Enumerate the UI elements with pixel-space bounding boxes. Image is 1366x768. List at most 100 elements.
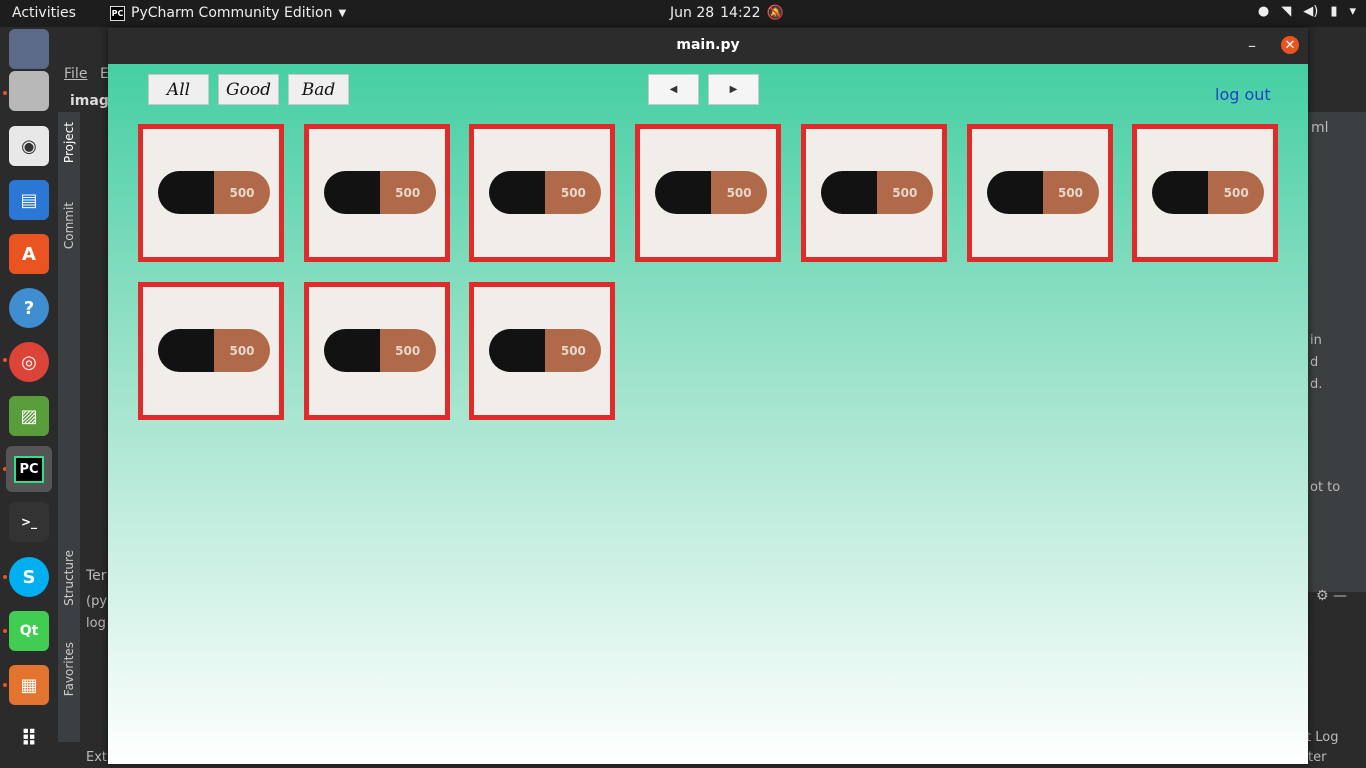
capsule-body-label: 500 [214,329,270,372]
capsule-body-label: 500 [711,171,768,214]
tab-favorites[interactable]: Favorites [62,642,76,696]
rhythmbox-icon[interactable]: ◉ [9,126,49,166]
filter-bad-button[interactable]: Bad [288,74,349,105]
capsule-cap [820,171,877,214]
capsule-cap [1152,171,1209,214]
capsule-body-label: 500 [876,171,933,214]
minimize-button[interactable]: – [1248,36,1256,55]
tab-commit[interactable]: Commit [62,202,76,249]
show-apps-icon[interactable]: ⠿ [9,719,49,759]
capsule-image: 500 [655,171,768,214]
power-menu-icon: ▾ [1349,4,1356,19]
capsule-body-label: 500 [1208,171,1265,214]
right-side-panel: ml in d d. ot to [1308,112,1366,592]
app-menu-label: PyCharm Community Edition [131,5,333,21]
capsule-body-label: 500 [214,171,270,214]
capsule-body-label: 500 [545,329,602,372]
terminal-icon[interactable]: >_ [9,502,49,542]
wifi-icon: ◥ [1281,4,1292,19]
battery-icon: ▮ [1330,4,1338,19]
capsule-image: 500 [158,329,270,372]
running-indicator [3,683,7,687]
capsule-image-tile[interactable]: 500 [966,124,1113,262]
capsule-image: 500 [323,329,436,372]
running-indicator [3,575,7,579]
close-button[interactable]: ✕ [1281,36,1299,54]
writer-icon[interactable]: ▤ [9,180,49,220]
capsule-image-tile[interactable]: 500 [469,124,616,262]
right-panel-text: d. [1310,377,1323,392]
terminal-line: (py [86,594,108,609]
skype-icon[interactable]: S [9,557,49,597]
dock: ◉ ▤ A ? ◎ ▨ PC >_ S Qt ▦ ⠿ [0,27,58,768]
event-log-label[interactable]: t Log [1306,730,1338,745]
chevron-down-icon: ▼ [338,7,347,19]
capsule-cap [489,171,546,214]
capsule-cap [655,171,712,214]
app-icon-top[interactable] [9,29,49,69]
capsule-cap [323,171,380,214]
system-tray[interactable]: ● ◥ ◀) ▮ ▾ [1258,4,1356,19]
next-page-button[interactable]: ▶ [708,74,759,105]
notifications-off-icon: 🔕 [766,5,784,21]
capsule-image-tile[interactable]: 500 [635,124,782,262]
files-icon[interactable] [9,71,49,111]
menu-file[interactable]: File [64,66,87,82]
capsule-cap [323,329,380,372]
right-panel-text: d [1310,355,1319,370]
status-bar-text: Ext [86,750,108,765]
app-menu[interactable]: PC PyCharm Community Edition ▼ [110,5,346,21]
terminal-line: log [86,616,106,631]
right-panel-text: ml [1311,120,1329,136]
capsule-cap [158,329,214,372]
capsule-image-tile[interactable]: 500 [800,124,947,262]
capsule-image: 500 [986,171,1099,214]
right-panel-text: ot to [1310,480,1341,495]
filter-good-button[interactable]: Good [218,74,279,105]
right-panel-text: in [1310,333,1322,348]
clock[interactable]: Jun 28 14:22 🔕 [670,5,784,21]
main-window: main.py – ✕ All Good Bad ◀ ▶ log out 500… [108,28,1308,764]
arrow-right-icon: ▶ [729,84,738,95]
filter-all-button[interactable]: All [148,74,209,105]
running-indicator [3,91,7,95]
window-titlebar[interactable]: main.py – ✕ [108,28,1308,64]
help-icon[interactable]: ? [9,288,49,328]
capsule-image-tile[interactable]: 500 [1132,124,1279,262]
capsule-image-tile[interactable]: 500 [138,282,284,420]
status-bar-text: ter [1308,750,1327,765]
terminal-tab-label[interactable]: Ter [86,568,107,584]
chrome-icon[interactable]: ◎ [9,342,49,382]
capsule-cap [158,171,214,214]
date-label: Jun 28 [670,5,715,21]
capsule-body-label: 500 [1042,171,1099,214]
capsule-image: 500 [1152,171,1265,214]
tab-project[interactable]: Project [62,122,76,163]
qt-creator-icon[interactable]: Qt [9,611,49,651]
capsule-image-tile[interactable]: 500 [138,124,284,262]
capsule-image: 500 [158,171,270,214]
capsule-body-label: 500 [379,171,436,214]
tab-structure[interactable]: Structure [62,550,76,606]
capsule-image-tile[interactable]: 500 [469,282,616,420]
prev-page-button[interactable]: ◀ [648,74,699,105]
running-indicator [3,358,7,362]
record-indicator-icon: ● [1257,4,1270,19]
capsule-cap [986,171,1043,214]
capsule-image: 500 [323,171,436,214]
capsule-image-tile[interactable]: 500 [303,124,450,262]
software-center-icon[interactable]: A [9,234,49,274]
system-top-bar: Activities PC PyCharm Community Edition … [0,0,1366,27]
pycharm-icon: PC [110,5,125,21]
arrow-left-icon: ◀ [669,84,678,95]
pycharm-dock-icon[interactable]: PC [6,446,52,492]
activities-button[interactable]: Activities [12,5,76,21]
tool-window-strip: Project Commit Structure Favorites [58,112,80,742]
time-label: 14:22 [720,5,761,21]
image-editor-icon[interactable]: ▨ [9,396,49,436]
impress-icon[interactable]: ▦ [9,665,49,705]
logout-link[interactable]: log out [1215,85,1271,104]
capsule-image-tile[interactable]: 500 [303,282,450,420]
gallery-content: All Good Bad ◀ ▶ log out 500 500 500 500 500… [108,64,1308,764]
gear-icon[interactable]: ⚙ — [1316,588,1347,604]
